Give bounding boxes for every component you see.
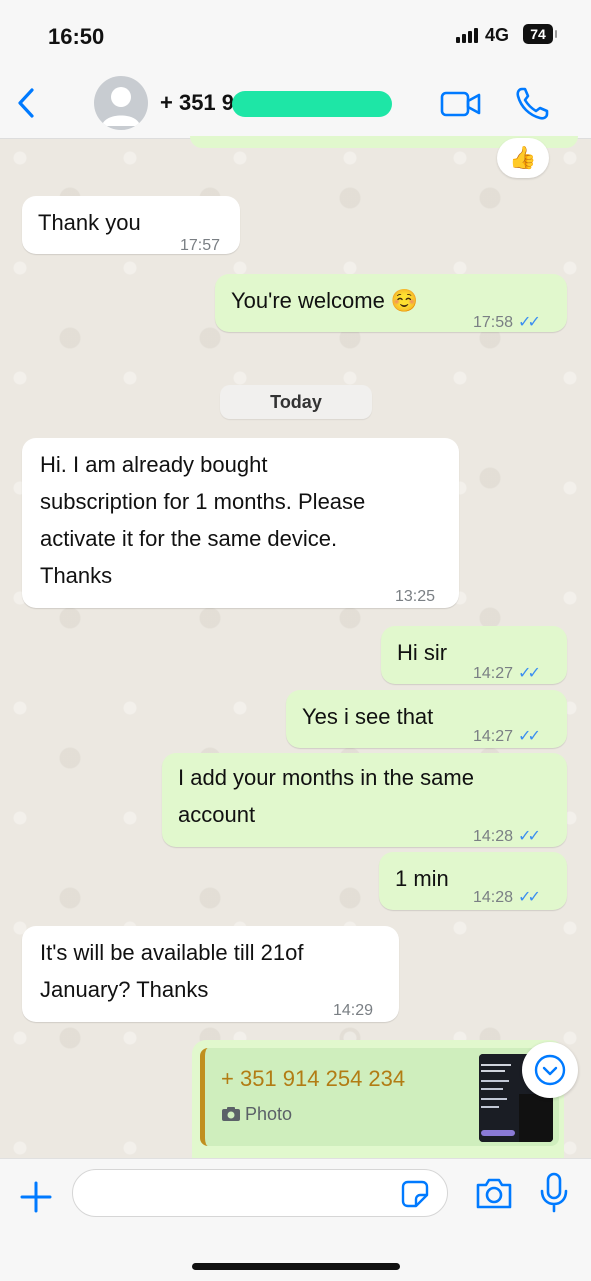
microphone-icon[interactable] — [538, 1171, 570, 1213]
message-line: January? Thanks — [40, 977, 209, 1002]
message-time: 13:25 — [395, 588, 436, 605]
message-bubble[interactable]: It's will be available till 21of January… — [22, 926, 399, 1022]
message-time: 17:57 — [180, 237, 221, 254]
message-text: Thank you — [38, 210, 141, 235]
status-bar: 16:50 4G 74 — [0, 0, 591, 68]
attachment-label: Photo — [221, 1104, 292, 1125]
chat-header: + 351 9 — [0, 68, 591, 139]
message-time: 17:58 ✓✓ — [473, 304, 541, 341]
read-ticks-icon: ✓✓ — [518, 828, 541, 845]
message-bubble[interactable]: Hi sir 14:27 ✓✓ — [381, 626, 567, 684]
message-time-value: 17:58 — [473, 314, 514, 331]
message-text: Hi sir — [397, 640, 448, 665]
message-text: Yes i see that — [302, 704, 434, 729]
message-line: Hi. I am already bought — [40, 452, 268, 477]
contact-name[interactable]: + 351 9 — [160, 90, 234, 116]
back-chevron-icon[interactable] — [12, 86, 42, 120]
date-divider: Today — [220, 385, 372, 419]
scroll-to-bottom-button[interactable] — [522, 1042, 578, 1098]
message-text: Hi. I am already bought subscription for… — [40, 446, 365, 594]
contact-photo-message[interactable]: + 351 914 254 234 Photo — [192, 1040, 564, 1158]
message-text: You're welcome ☺️ — [231, 288, 419, 313]
battery-level: 74 — [530, 26, 546, 42]
thumbs-up-icon: 👍 — [509, 145, 537, 170]
message-text: It's will be available till 21of January… — [40, 934, 303, 1008]
contact-number: + 351 914 254 234 — [221, 1066, 406, 1091]
avatar[interactable] — [94, 76, 148, 130]
signal-icon — [456, 28, 478, 43]
attachment-type: Photo — [245, 1104, 293, 1124]
network-type: 4G — [485, 25, 510, 45]
message-time-value: 14:28 — [473, 828, 514, 845]
message-bubble[interactable]: I add your months in the same account 14… — [162, 753, 567, 847]
message-time: 14:27 ✓✓ — [473, 718, 541, 755]
sticker-icon[interactable] — [400, 1179, 430, 1209]
home-indicator — [192, 1263, 400, 1270]
message-time-value: 14:27 — [473, 665, 514, 682]
message-time: 14:28 ✓✓ — [473, 818, 541, 855]
message-line: It's will be available till 21of — [40, 940, 304, 965]
message-composer — [0, 1158, 591, 1281]
read-ticks-icon: ✓✓ — [518, 728, 541, 745]
message-line: Thanks — [40, 563, 113, 588]
status-time: 16:50 — [48, 24, 105, 49]
redaction-mark — [232, 91, 392, 117]
chevron-down-circle-icon — [534, 1054, 566, 1086]
message-bubble[interactable]: Thank you 17:57 — [22, 196, 240, 254]
battery-icon: 74 — [523, 24, 557, 44]
message-line: activate it for the same device. — [40, 526, 338, 551]
message-text: I add your months in the same account — [178, 759, 474, 833]
message-bubble[interactable]: You're welcome ☺️ 17:58 ✓✓ — [215, 274, 567, 332]
message-bubble[interactable]: Hi. I am already bought subscription for… — [22, 438, 459, 608]
phone-call-icon[interactable] — [514, 86, 550, 122]
message-bubble[interactable]: 1 min 14:28 ✓✓ — [379, 852, 567, 910]
message-line: account — [178, 802, 256, 827]
message-time-value: 14:28 — [473, 889, 514, 906]
read-ticks-icon: ✓✓ — [518, 314, 541, 331]
quoted-attachment[interactable]: + 351 914 254 234 Photo — [200, 1048, 559, 1146]
message-line: I add your months in the same — [178, 765, 474, 790]
message-time: 14:28 ✓✓ — [473, 879, 541, 916]
message-text: 1 min — [395, 866, 449, 891]
plus-icon[interactable] — [16, 1177, 56, 1217]
message-time-value: 14:27 — [473, 728, 514, 745]
video-call-icon[interactable] — [440, 88, 482, 120]
read-ticks-icon: ✓✓ — [518, 889, 541, 906]
message-line: subscription for 1 months. Please — [40, 489, 366, 514]
camera-icon[interactable] — [474, 1175, 514, 1211]
read-ticks-icon: ✓✓ — [518, 665, 541, 682]
message-time: 14:27 ✓✓ — [473, 655, 541, 692]
message-input[interactable] — [72, 1169, 448, 1217]
reaction-badge[interactable]: 👍 — [497, 138, 549, 178]
message-time: 14:29 — [333, 1002, 374, 1019]
message-bubble[interactable]: Yes i see that 14:27 ✓✓ — [286, 690, 567, 748]
person-icon — [102, 87, 140, 126]
camera-small-icon — [222, 1107, 240, 1121]
